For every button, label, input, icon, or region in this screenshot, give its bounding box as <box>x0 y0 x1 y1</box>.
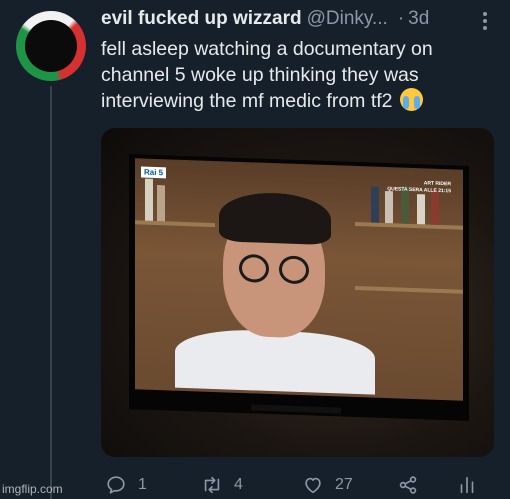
speech-bubble-icon <box>107 476 125 494</box>
reply-button[interactable]: 1 <box>105 472 147 498</box>
share-icon <box>399 476 417 494</box>
caption-line-1: ART RIDER <box>423 180 451 188</box>
person-hair <box>219 191 331 246</box>
heart-icon <box>305 477 321 494</box>
tv-screen: Rai 5 ART RIDER QUESTA SERA ALLE 21:15 <box>135 158 463 401</box>
more-dots-icon[interactable] <box>478 9 492 31</box>
action-bar: 1 4 27 <box>101 472 494 498</box>
retweet-count: 4 <box>234 476 243 493</box>
thread-line <box>50 86 52 499</box>
loudly-crying-face-icon <box>399 88 423 111</box>
reply-count: 1 <box>138 476 147 493</box>
retweet-button[interactable]: 4 <box>201 472 243 498</box>
bar-chart-icon <box>460 476 474 494</box>
caption-line-2: QUESTA SERA ALLE 21:15 <box>387 186 451 195</box>
tweet-body: fell asleep watching a documentary on ch… <box>101 38 433 112</box>
user-handle[interactable]: @Dinky... <box>307 8 388 29</box>
analytics-button[interactable] <box>456 472 478 498</box>
retweet-arrows-icon <box>204 476 220 494</box>
like-button[interactable]: 27 <box>302 472 353 498</box>
avatar[interactable] <box>16 11 86 81</box>
tweet-header: evil fucked up wizzard @Dinky... · 3d <box>101 8 429 30</box>
timestamp[interactable]: 3d <box>408 8 429 29</box>
glasses-right <box>279 255 309 285</box>
share-button[interactable] <box>397 472 419 498</box>
separator-dot: · <box>397 8 405 29</box>
channel-logo: Rai 5 <box>141 166 167 179</box>
display-name[interactable]: evil fucked up wizzard <box>101 8 302 29</box>
like-count: 27 <box>335 476 353 493</box>
television: Rai 5 ART RIDER QUESTA SERA ALLE 21:15 <box>129 154 469 421</box>
person-shirt <box>175 327 375 395</box>
glasses-left <box>239 253 269 283</box>
tweet-text: fell asleep watching a documentary on ch… <box>101 36 501 114</box>
imgflip-watermark: imgflip.com <box>2 482 63 496</box>
tweet-photo[interactable]: Rai 5 ART RIDER QUESTA SERA ALLE 21:15 <box>101 128 494 457</box>
